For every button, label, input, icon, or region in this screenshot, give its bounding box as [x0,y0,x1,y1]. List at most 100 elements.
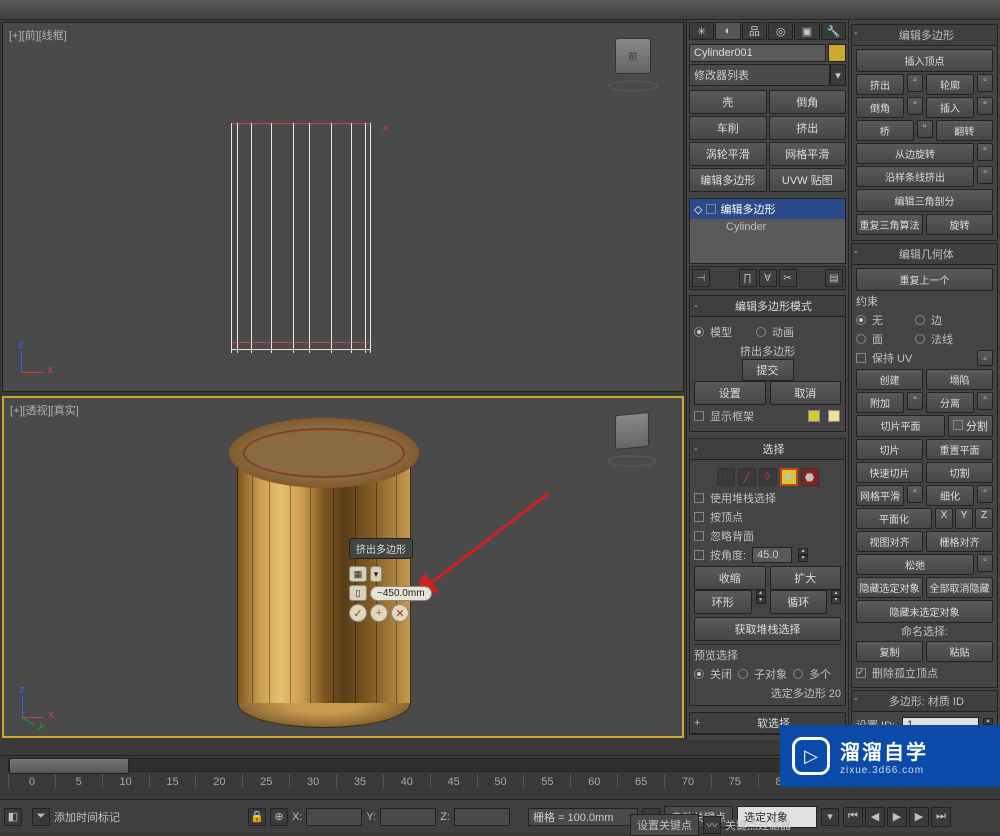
chk-ignore-backface[interactable] [694,531,704,541]
viewport-front-wireframe[interactable]: [+][前][线框] x 前 [2,22,684,392]
outline-button[interactable]: 轮廓 [926,74,974,95]
caddy-ok-button[interactable]: ✓ [349,604,367,622]
repeat-last-button[interactable]: 重复上一个 [856,268,993,291]
chk-preserve-uv[interactable] [856,353,866,363]
hide-selected-button[interactable]: 隐藏选定对象 [856,577,923,598]
radio-constraint-edge[interactable] [915,315,925,325]
cage-color1[interactable] [808,410,820,422]
chk-use-stack[interactable] [694,493,704,503]
subobj-element-icon[interactable]: ⬣ [801,468,819,486]
flip-button[interactable]: 翻转 [936,120,994,141]
tessellate-button[interactable]: 细化 [926,485,974,506]
angle-spinner-updown[interactable]: ▴▾ [798,548,808,562]
ring-button[interactable]: 环形 [694,590,752,614]
subobj-border-icon[interactable]: ◊ [759,468,777,486]
quick-extrude-button[interactable]: 挤出 [769,116,847,140]
insert-vertex-button[interactable]: 插入顶点 [856,49,993,72]
make-planar-button[interactable]: 平面化 [856,508,932,529]
goto-start-icon[interactable]: ⏮ [843,807,863,827]
cut-button[interactable]: 切割 [926,462,993,483]
bevel-button[interactable]: 倒角 [856,97,904,118]
commit-button[interactable]: 提交 [742,359,794,381]
key-filter-label[interactable]: 关键点过滤器 [725,817,791,833]
msmooth-button[interactable]: 网格平滑 [856,485,904,506]
subobj-vertex-icon[interactable]: · [717,468,735,486]
radio-animate[interactable] [756,327,766,337]
quick-uvwmap-button[interactable]: UVW 贴图 [769,168,847,192]
configure-sets-icon[interactable]: ▤ [825,269,843,287]
angle-spinner[interactable]: 45.0 [752,547,792,563]
turn-button[interactable]: 旋转 [926,214,993,235]
quick-turbosmooth-button[interactable]: 涡轮平滑 [689,142,767,166]
view-cube[interactable]: 前 [608,38,658,88]
view-align-button[interactable]: 视图对齐 [856,531,923,552]
tab-hierarchy-icon[interactable]: 品 [742,22,767,40]
radio-preview-multi[interactable] [793,669,803,679]
chk-delete-isolated[interactable] [856,668,866,678]
quickslice-button[interactable]: 快速切片 [856,462,923,483]
tab-display-icon[interactable]: ▣ [794,22,819,40]
object-color-swatch[interactable] [828,44,846,62]
radio-constraint-normal[interactable] [915,334,925,344]
paste-button[interactable]: 粘贴 [926,641,993,662]
play-icon[interactable]: ▶ [887,807,907,827]
shrink-button[interactable]: 收缩 [694,566,766,590]
inset-button[interactable]: 插入 [926,97,974,118]
radio-preview-subobj[interactable] [738,669,748,679]
modifier-list-dropdown[interactable]: 修改器列表 [689,64,830,86]
caddy-cancel-button[interactable]: ✕ [391,604,409,622]
tab-create-icon[interactable]: ✳ [689,22,714,40]
extrude-settings-icon[interactable]: ▫ [907,74,923,92]
attach-button[interactable]: 附加 [856,392,904,413]
time-slider-thumb[interactable] [9,758,129,774]
outline-settings-icon[interactable]: ▫ [977,74,993,92]
unhide-all-button[interactable]: 全部取消隐藏 [926,577,993,598]
transform-x[interactable] [306,808,362,826]
extrude-height-icon[interactable]: ▯ [349,585,367,601]
planar-y[interactable]: Y [955,508,973,529]
viewport-label[interactable]: [+][透视][真实] [10,402,79,418]
stack-item-cylinder[interactable]: Cylinder [690,219,845,235]
quick-lathe-button[interactable]: 车削 [689,116,767,140]
transform-y[interactable] [380,808,436,826]
collapse-button[interactable]: 塌陷 [926,369,993,390]
quick-editpoly-button[interactable]: 编辑多边形 [689,168,767,192]
cancel-button[interactable]: 取消 [770,381,842,405]
extrude-height-value[interactable]: ~450.0mm [370,586,432,601]
grow-button[interactable]: 扩大 [770,566,842,590]
tab-utilities-icon[interactable]: 🔧 [821,22,846,40]
slice-button[interactable]: 切片 [856,439,923,460]
quick-meshsmooth-button[interactable]: 网格平滑 [769,142,847,166]
reset-plane-button[interactable]: 重置平面 [926,439,993,460]
selection-set-dd-icon[interactable]: ▾ [821,808,839,826]
detach-button[interactable]: 分离 [926,392,974,413]
copy-button[interactable]: 复制 [856,641,923,662]
edit-tri-button[interactable]: 编辑三角剖分 [856,189,993,212]
radio-constraint-none[interactable] [856,315,866,325]
axis-gizmo[interactable] [12,688,52,728]
loop-button[interactable]: 循环 [770,590,828,614]
pin-stack-icon[interactable]: ⊣ [692,269,710,287]
axis-gizmo[interactable] [11,343,51,383]
show-cage-checkbox[interactable] [694,411,704,421]
chk-by-vertex[interactable] [694,512,704,522]
radio-model[interactable] [694,327,704,337]
planar-x[interactable]: X [935,508,953,529]
set-key-button[interactable]: 设置关键点 [630,814,699,836]
view-cube[interactable] [607,413,657,463]
create-button[interactable]: 创建 [856,369,923,390]
slice-plane-button[interactable]: 切片平面 [856,415,945,437]
hinge-button[interactable]: 从边旋转 [856,143,974,164]
extrude-type-icon[interactable]: ▦ [349,566,367,582]
subobj-edge-icon[interactable]: ╱ [738,468,756,486]
retriangulate-button[interactable]: 重复三角算法 [856,214,923,235]
cage-color2[interactable] [828,410,840,422]
radio-preview-off[interactable] [694,669,704,679]
grid-align-button[interactable]: 栅格对齐 [926,531,993,552]
subobj-polygon-icon[interactable]: ■ [780,468,798,486]
viewport-label[interactable]: [+][前][线框] [9,27,67,43]
coord-mode-icon[interactable]: ⊕ [270,808,288,826]
add-time-tag-label[interactable]: 添加时间标记 [54,809,120,825]
stack-item-editpoly[interactable]: ◇编辑多边形 [690,199,845,219]
make-unique-icon[interactable]: ∀ [759,269,777,287]
